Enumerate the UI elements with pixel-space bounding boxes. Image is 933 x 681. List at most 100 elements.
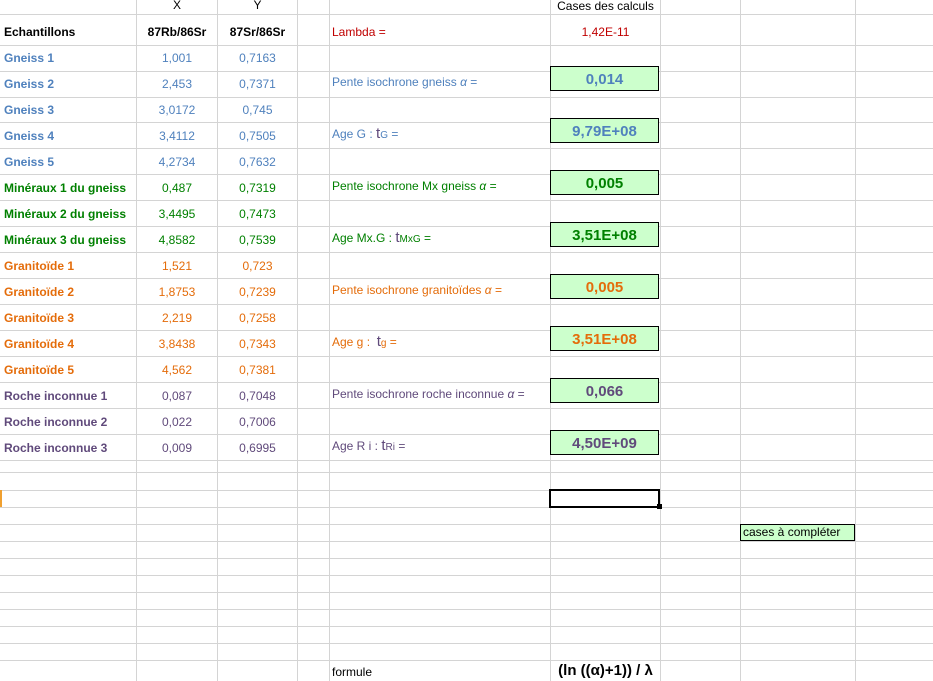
col-y-header: Y xyxy=(253,0,262,12)
grid-row-line xyxy=(0,45,933,46)
sample-name[interactable]: Roche inconnue 2 xyxy=(4,413,136,431)
grid-row-line xyxy=(0,14,933,15)
sample-x-value[interactable]: 0,087 xyxy=(137,387,217,405)
sample-name[interactable]: Granitoïde 5 xyxy=(4,361,136,379)
grid-row-line xyxy=(0,460,933,461)
sample-y-value[interactable]: 0,723 xyxy=(218,257,297,275)
grid-row-line xyxy=(0,382,933,383)
age-mx-result[interactable]: 3,51E+08 xyxy=(550,222,659,247)
sample-x-value[interactable]: 3,8438 xyxy=(137,335,217,353)
sample-y-value[interactable]: 0,7319 xyxy=(218,179,297,197)
sample-x-value[interactable]: 1,8753 xyxy=(137,283,217,301)
age-g-result[interactable]: 9,79E+08 xyxy=(550,118,659,143)
sample-x-value[interactable]: 4,562 xyxy=(137,361,217,379)
sample-name[interactable]: Minéraux 2 du gneiss xyxy=(4,205,136,223)
pente-gneiss-result[interactable]: 0,014 xyxy=(550,66,659,91)
sample-x-value[interactable]: 3,4495 xyxy=(137,205,217,223)
sample-x-value[interactable]: 1,001 xyxy=(137,49,217,67)
grid-row-line xyxy=(0,408,933,409)
sample-y-value[interactable]: 0,7239 xyxy=(218,283,297,301)
sample-y-value[interactable]: 0,7632 xyxy=(218,153,297,171)
sample-name[interactable]: Roche inconnue 1 xyxy=(4,387,136,405)
grid-row-line xyxy=(0,356,933,357)
selected-cell[interactable] xyxy=(549,489,660,508)
sample-name[interactable]: Granitoïde 2 xyxy=(4,283,136,301)
sample-x-value[interactable]: 2,219 xyxy=(137,309,217,327)
sample-x-value[interactable]: 2,453 xyxy=(137,75,217,93)
sample-x-value[interactable]: 4,8582 xyxy=(137,231,217,249)
grid-row-line xyxy=(0,541,933,542)
sample-name[interactable]: Minéraux 1 du gneiss xyxy=(4,179,136,197)
grid-row-line xyxy=(0,97,933,98)
sample-y-value[interactable]: 0,7473 xyxy=(218,205,297,223)
grid-row-line xyxy=(0,507,933,508)
sample-name[interactable]: Gneiss 1 xyxy=(4,49,136,67)
sample-x-value[interactable]: 4,2734 xyxy=(137,153,217,171)
grid-row-line xyxy=(0,330,933,331)
sample-y-value[interactable]: 0,7539 xyxy=(218,231,297,249)
grid-row-line xyxy=(0,609,933,610)
grid-row-line xyxy=(0,71,933,72)
sample-y-value[interactable]: 0,745 xyxy=(218,101,297,119)
col-x-header: X xyxy=(172,0,181,12)
formule-label: formule xyxy=(332,665,373,679)
pente-granitoide-result[interactable]: 0,005 xyxy=(550,274,659,299)
sample-y-value[interactable]: 0,7048 xyxy=(218,387,297,405)
grid-row-line xyxy=(0,226,933,227)
pente-mx-result[interactable]: 0,005 xyxy=(550,170,659,195)
sample-x-value[interactable]: 3,4112 xyxy=(137,127,217,145)
sample-name[interactable]: Roche inconnue 3 xyxy=(4,439,136,457)
age-roche-result[interactable]: 4,50E+09 xyxy=(550,430,659,455)
sample-name[interactable]: Gneiss 5 xyxy=(4,153,136,171)
fill-handle[interactable] xyxy=(657,504,662,509)
sample-x-value[interactable]: 0,009 xyxy=(137,439,217,457)
sample-x-value[interactable]: 0,022 xyxy=(137,413,217,431)
sample-y-value[interactable]: 0,6995 xyxy=(218,439,297,457)
sample-name[interactable]: Granitoïde 4 xyxy=(4,335,136,353)
sample-name[interactable]: Gneiss 2 xyxy=(4,75,136,93)
age-granitoide-result[interactable]: 3,51E+08 xyxy=(550,326,659,351)
lambda-label: Lambda = xyxy=(332,25,386,39)
sample-x-value[interactable]: 1,521 xyxy=(137,257,217,275)
sample-x-value[interactable]: 3,0172 xyxy=(137,101,217,119)
sample-name[interactable]: Minéraux 3 du gneiss xyxy=(4,231,136,249)
sample-name[interactable]: Granitoïde 3 xyxy=(4,309,136,327)
sample-y-value[interactable]: 0,7505 xyxy=(218,127,297,145)
sample-y-value[interactable]: 0,7381 xyxy=(218,361,297,379)
grid-row-line xyxy=(0,660,933,661)
sample-y-value[interactable]: 0,7343 xyxy=(218,335,297,353)
grid-row-line xyxy=(0,626,933,627)
sample-y-value[interactable]: 0,7006 xyxy=(218,413,297,431)
grid-row-line xyxy=(0,575,933,576)
grid-row-line xyxy=(0,434,933,435)
sample-x-value[interactable]: 0,487 xyxy=(137,179,217,197)
pente-roche-result[interactable]: 0,066 xyxy=(550,378,659,403)
sample-y-value[interactable]: 0,7371 xyxy=(218,75,297,93)
grid-row-line xyxy=(0,472,933,473)
sample-y-value[interactable]: 0,7258 xyxy=(218,309,297,327)
sample-name[interactable]: Gneiss 4 xyxy=(4,127,136,145)
grid-row-line xyxy=(0,490,933,491)
grid-row-line xyxy=(0,304,933,305)
sample-name[interactable]: Gneiss 3 xyxy=(4,101,136,119)
pente-granitoide-label: Pente isochrone granitoïdes α = xyxy=(332,283,502,297)
pente-mx-label: Pente isochrone Mx gneiss α = xyxy=(332,179,497,193)
rb-header: 87Rb/86Sr xyxy=(147,25,207,39)
cases-calculs-header: Cases des calculs xyxy=(557,0,654,13)
grid-row-line xyxy=(0,643,933,644)
grid-row-line xyxy=(0,174,933,175)
legend-cases-a-completer: cases à compléter xyxy=(740,524,855,541)
grid-row-line xyxy=(0,252,933,253)
sample-y-value[interactable]: 0,7163 xyxy=(218,49,297,67)
grid-row-line xyxy=(0,558,933,559)
age-granitoide-label: Age g : tg = xyxy=(332,333,397,350)
row-indicator xyxy=(0,490,2,507)
age-roche-label: Age R i : tRi = xyxy=(332,437,406,454)
sample-name[interactable]: Granitoïde 1 xyxy=(4,257,136,275)
age-g-label: Age G : tG = xyxy=(332,125,399,142)
lambda-value[interactable]: 1,42E-11 xyxy=(551,23,660,41)
grid-row-line xyxy=(0,200,933,201)
echantillons-header: Echantillons xyxy=(4,25,76,39)
pente-roche-label: Pente isochrone roche inconnue α = xyxy=(332,387,525,401)
grid-row-line xyxy=(0,122,933,123)
